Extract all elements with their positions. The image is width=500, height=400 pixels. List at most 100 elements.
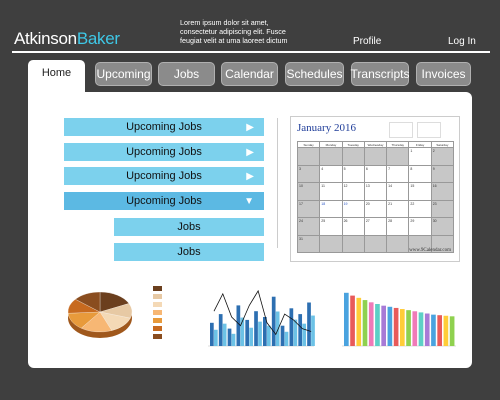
bar [280, 325, 285, 346]
calendar-day [320, 235, 343, 253]
bar [350, 295, 355, 346]
legend-swatch [153, 294, 162, 299]
tab-home[interactable]: Home [28, 60, 85, 94]
bar [381, 305, 386, 346]
bar [213, 329, 218, 346]
calendar-day: 28 [387, 218, 410, 236]
bar [293, 319, 298, 346]
bar [289, 308, 294, 346]
bar [222, 323, 227, 346]
calendar-day: 9 [431, 165, 454, 183]
upcoming-jobs-button-1[interactable]: Upcoming Jobs ▶ [64, 118, 264, 136]
calendar-day: 2 [431, 148, 454, 166]
button-label: Upcoming Jobs [126, 170, 202, 182]
bar [311, 315, 315, 346]
calendar-day [342, 148, 365, 166]
upcoming-jobs-button-2[interactable]: Upcoming Jobs ▶ [64, 143, 264, 161]
bar [275, 311, 280, 346]
bar [412, 311, 418, 346]
brand-logo[interactable]: AtkinsonBaker [14, 29, 120, 49]
calendar-day: 26 [342, 218, 365, 236]
calendar-day: 10 [298, 183, 321, 201]
calendar-day [320, 148, 343, 166]
calendar-day: 27 [364, 218, 388, 236]
calendar-month: January [297, 122, 332, 134]
button-label: Upcoming Jobs [126, 121, 202, 133]
bar [356, 297, 362, 346]
tab-schedules[interactable]: Schedules [285, 62, 344, 86]
calendar-day: 17 [298, 200, 321, 218]
calendar-grid: Sunday Monday Tuesday Wednesday Thursday Frid… [297, 141, 454, 253]
mini-calendar-next [417, 122, 441, 138]
bar [227, 328, 232, 346]
content-divider [277, 118, 278, 248]
bar [307, 302, 311, 346]
bar [266, 325, 271, 346]
calendar-day: 19 [342, 200, 365, 218]
bar [218, 314, 223, 346]
chevron-right-icon: ▶ [246, 121, 254, 133]
tab-upcoming[interactable]: Upcoming [95, 62, 152, 86]
calendar-day: 20 [364, 200, 388, 218]
calendar-day: 12 [342, 183, 365, 201]
calendar-day: 1 [409, 148, 432, 166]
calendar-day [387, 235, 410, 253]
bar [245, 319, 250, 346]
jobs-button-1[interactable]: Jobs [114, 218, 264, 236]
calendar-day [387, 148, 410, 166]
calendar-day: 30 [431, 218, 454, 236]
jobs-button-2[interactable]: Jobs [114, 243, 264, 261]
calendar-day: 31 [298, 235, 321, 253]
bar [400, 309, 405, 346]
calendar-day: 14 [387, 183, 410, 201]
bar [263, 317, 267, 346]
bar [418, 312, 424, 346]
button-label: Upcoming Jobs [126, 195, 202, 207]
calendar-day: 21 [387, 200, 410, 218]
calendar-day: 24 [298, 218, 321, 236]
calendar-day: 29 [409, 218, 432, 236]
mini-calendar-previous [389, 122, 413, 138]
calendar-day [364, 148, 388, 166]
legend-swatch [153, 334, 162, 339]
legend-swatch [153, 286, 162, 291]
bar [406, 310, 411, 346]
bar [236, 305, 241, 346]
chevron-right-icon: ▶ [246, 170, 254, 182]
pie-chart [67, 286, 162, 339]
upcoming-jobs-button-3[interactable]: Upcoming Jobs ▶ [64, 167, 264, 185]
calendar-day: 11 [320, 183, 343, 201]
button-label: Jobs [177, 221, 201, 233]
bar [254, 311, 258, 346]
profile-link[interactable]: Profile [353, 36, 381, 47]
bar [298, 314, 303, 346]
bar [284, 331, 289, 346]
tagline: Lorem ipsum dolor sit amet, consectetur … [180, 18, 288, 45]
page: AtkinsonBaker Lorem ipsum dolor sit amet… [0, 0, 500, 400]
login-link[interactable]: Log In [448, 36, 476, 47]
brand-first: Atkinson [14, 29, 77, 48]
calendar-day: 15 [409, 183, 432, 201]
upcoming-jobs-dropdown[interactable]: Upcoming Jobs ▼ [64, 192, 264, 210]
legend-swatch [153, 326, 162, 331]
calendar-day: 25 [320, 218, 343, 236]
bar [258, 321, 262, 346]
bar [302, 323, 307, 346]
tab-invoices[interactable]: Invoices [416, 62, 471, 86]
bar-line-chart [208, 289, 315, 347]
bar [424, 313, 430, 346]
calendar-day [298, 148, 321, 166]
calendar-day [364, 235, 388, 253]
calendar-day: 16 [431, 183, 454, 201]
calendar-day: 5 [342, 165, 365, 183]
chevron-down-icon: ▼ [244, 195, 254, 207]
tab-calendar[interactable]: Calendar [221, 62, 278, 86]
bar [249, 327, 254, 346]
bar [387, 306, 393, 346]
calendar-day [342, 235, 365, 253]
bar [231, 333, 236, 346]
tab-jobs[interactable]: Jobs [158, 62, 215, 86]
bar [393, 307, 399, 346]
tab-transcripts[interactable]: Transcripts [351, 62, 409, 86]
calendar-day: 3 [298, 165, 321, 183]
